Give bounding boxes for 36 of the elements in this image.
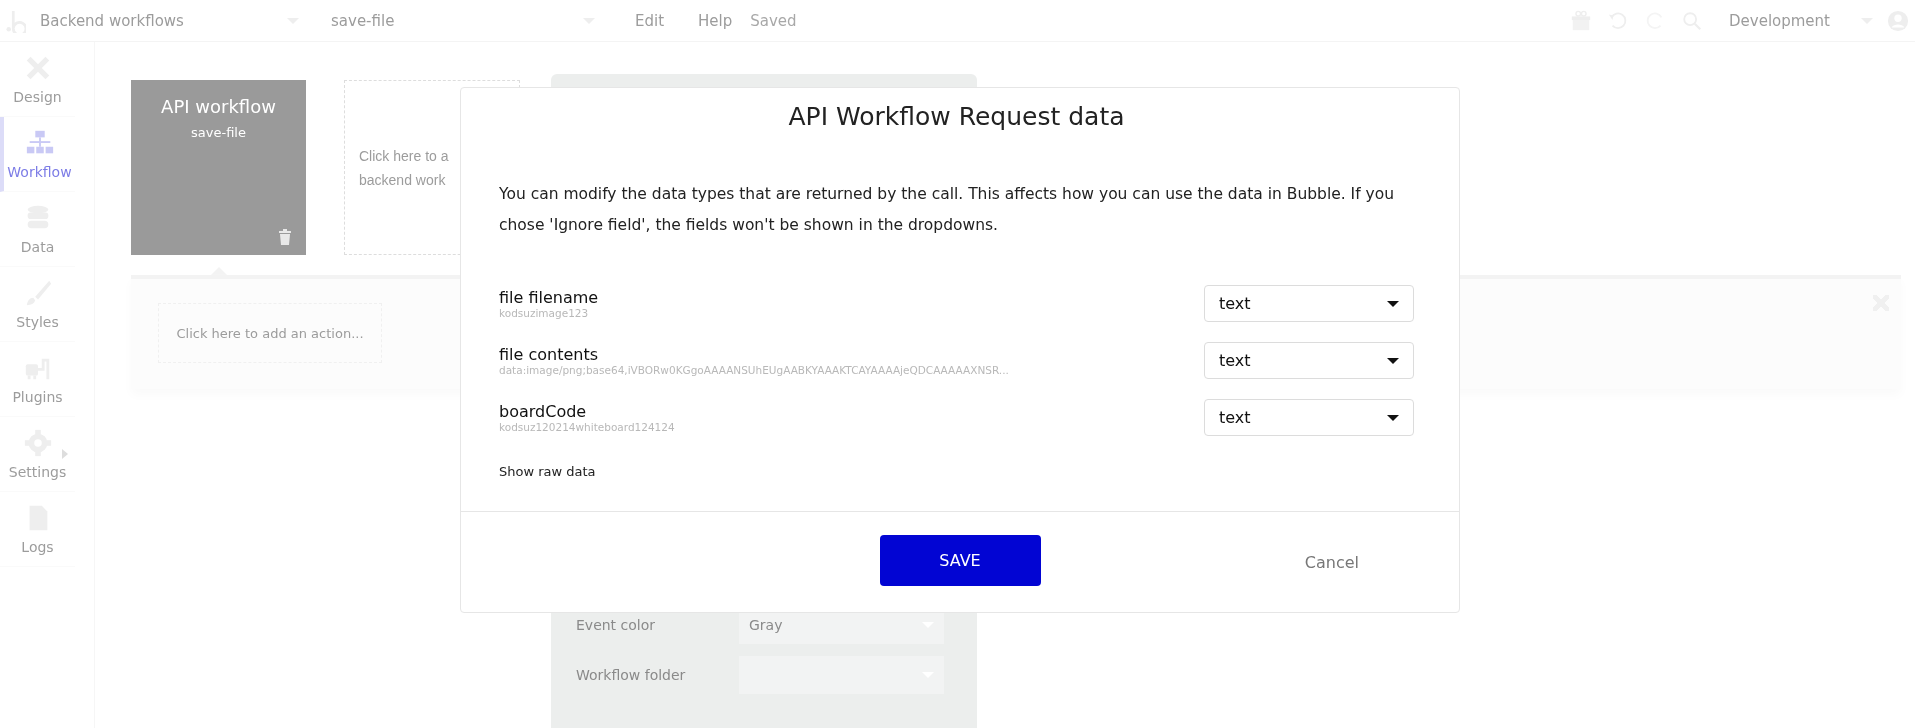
sidebar-item[interactable]: Design <box>0 42 75 117</box>
type-dropdown[interactable]: text <box>1204 285 1414 322</box>
sidebar-item[interactable]: Styles <box>0 267 75 342</box>
event-card[interactable]: API workflow save-file <box>131 80 306 255</box>
menu-item[interactable]: Edit <box>635 11 665 30</box>
caret-icon <box>1387 357 1399 364</box>
field-name: boardCode <box>499 402 588 421</box>
trash-icon[interactable] <box>278 229 292 245</box>
caret-icon <box>1387 300 1399 307</box>
modal-title: API Workflow Request data <box>787 102 1126 131</box>
page-dropdown[interactable]: Backend workflows <box>40 11 305 30</box>
cancel-link[interactable]: Cancel <box>1304 552 1359 572</box>
field-sample-value: kodsuzimage123 <box>499 307 590 319</box>
save-button[interactable]: SAVE <box>879 534 1041 586</box>
save-status: Saved <box>750 11 797 30</box>
event-name: save-file <box>191 125 246 140</box>
field-name: file contents <box>499 345 600 364</box>
field-name: file filename <box>499 288 599 307</box>
add-action-placeholder[interactable]: Click here to add an action... <box>158 303 382 363</box>
caret-icon <box>1387 414 1399 421</box>
type-dropdown[interactable]: text <box>1204 342 1414 379</box>
field-sample-value: kodsuz120214whiteboard124124 <box>499 421 675 433</box>
sidebar-item[interactable]: Plugins <box>0 342 75 417</box>
menu-item[interactable]: Help <box>698 11 733 30</box>
event-title: API workflow <box>161 96 276 117</box>
property-label: Event color <box>576 617 657 633</box>
property-label: Workflow folder <box>576 667 687 683</box>
sidebar-item[interactable]: Data <box>0 192 75 267</box>
show-raw-data-link[interactable]: Show raw data <box>499 464 596 479</box>
environment-dropdown[interactable]: Development <box>1729 11 1879 30</box>
sidebar-item[interactable]: Workflow <box>0 117 75 192</box>
type-dropdown[interactable]: text <box>1204 399 1414 436</box>
field-sample-value: data:image/png;base64,iVBORw0KGgoAAAANSUhEUgAABKYAAAKTCAYAAAAjeQDCAAAAAXNSR... <box>499 364 1009 376</box>
sidebar-item[interactable]: Logs <box>0 492 75 567</box>
sidebar-item[interactable]: Settings <box>0 417 75 492</box>
workflow-dropdown[interactable]: save-file <box>331 11 601 30</box>
